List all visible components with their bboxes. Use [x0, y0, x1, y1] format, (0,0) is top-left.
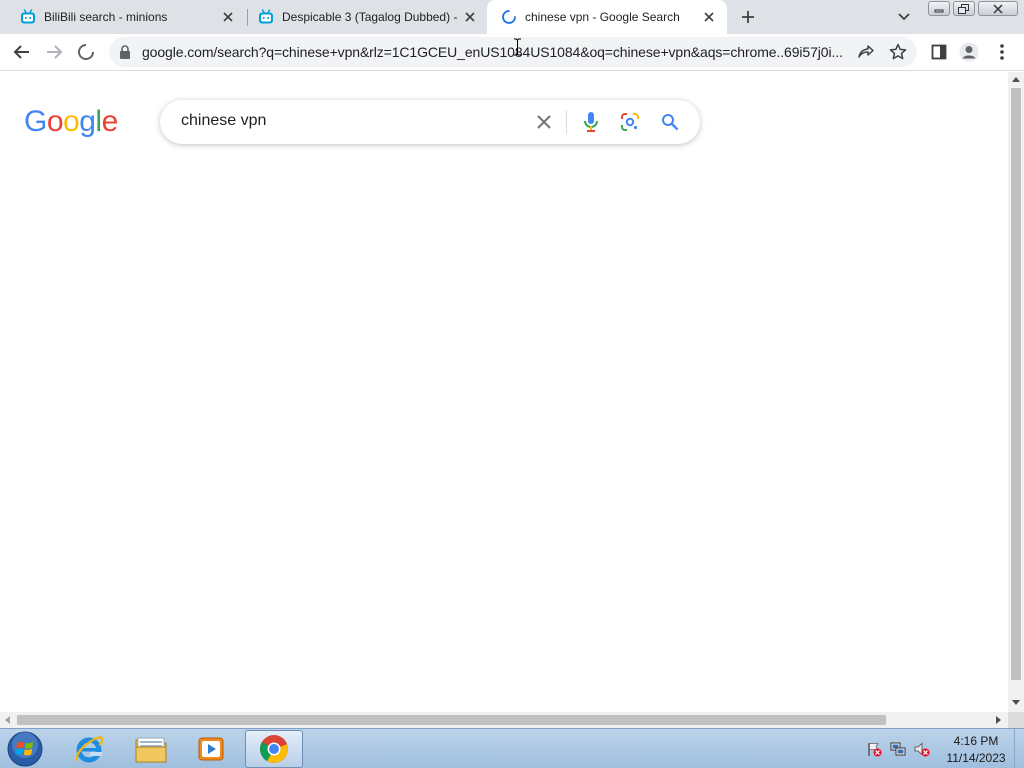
- volume-muted-icon[interactable]: [914, 741, 930, 757]
- tab-search-button[interactable]: [895, 8, 913, 26]
- taskbar-media-player[interactable]: [182, 730, 240, 768]
- tab-title: Despicable 3 (Tagalog Dubbed) -: [282, 10, 458, 24]
- windows-taskbar: 4:16 PM 11/14/2023: [0, 728, 1024, 768]
- taskbar-internet-explorer[interactable]: [60, 730, 118, 768]
- media-player-icon: [198, 737, 224, 761]
- google-logo[interactable]: Google: [24, 105, 118, 139]
- horizontal-scrollbar[interactable]: [0, 712, 1008, 728]
- side-panel-button[interactable]: [927, 40, 951, 64]
- search-box[interactable]: chinese vpn: [160, 100, 700, 144]
- close-tab-icon[interactable]: [220, 9, 236, 25]
- arrow-left-icon: [13, 45, 29, 59]
- clock-time[interactable]: 4:16 PM: [944, 734, 1008, 748]
- logo-letter: e: [101, 105, 119, 138]
- scroll-down-arrow[interactable]: [1012, 700, 1020, 705]
- search-submit-button[interactable]: [658, 110, 682, 134]
- system-tray: 4:16 PM 11/14/2023: [862, 729, 1024, 768]
- forward-button[interactable]: [42, 40, 66, 64]
- scroll-up-arrow[interactable]: [1012, 77, 1020, 82]
- profile-avatar-icon: [959, 42, 979, 62]
- scrollbar-corner: [1008, 712, 1024, 728]
- chrome-icon: [260, 735, 288, 763]
- vertical-scrollbar[interactable]: [1008, 72, 1024, 712]
- logo-letter: o: [46, 105, 64, 138]
- tab-strip: BiliBili search - minions Despicable 3 (…: [0, 0, 1024, 34]
- minimize-window-button[interactable]: [928, 1, 950, 16]
- close-tab-icon[interactable]: [462, 9, 478, 25]
- loading-spinner-icon: [78, 44, 94, 60]
- loading-spinner-icon: [502, 10, 516, 24]
- screen: BiliBili search - minions Despicable 3 (…: [0, 0, 1024, 768]
- tab-despicable-3[interactable]: Despicable 3 (Tagalog Dubbed) -: [248, 0, 488, 34]
- tab-title: BiliBili search - minions: [44, 10, 168, 24]
- scroll-right-arrow[interactable]: [996, 716, 1001, 724]
- windows-explorer-icon: [135, 737, 167, 763]
- taskbar-google-chrome[interactable]: [245, 730, 303, 768]
- chrome-menu-button[interactable]: [990, 40, 1014, 64]
- horizontal-scroll-thumb[interactable]: [17, 715, 886, 725]
- arrow-right-icon: [47, 45, 63, 59]
- new-tab-button[interactable]: [736, 5, 760, 29]
- search-icon: [662, 114, 679, 131]
- action-center-flag-icon[interactable]: [866, 741, 882, 757]
- search-input[interactable]: chinese vpn: [181, 112, 266, 130]
- restore-window-button[interactable]: [953, 1, 975, 16]
- tab-google-search[interactable]: chinese vpn - Google Search: [487, 0, 727, 34]
- side-panel-icon: [931, 44, 947, 60]
- voice-search-button[interactable]: [579, 110, 603, 134]
- lock-icon[interactable]: [119, 45, 131, 59]
- clear-search-button[interactable]: [532, 110, 556, 134]
- more-vertical-icon: [1000, 44, 1004, 60]
- microphone-icon: [584, 112, 598, 132]
- internet-explorer-icon: [75, 735, 104, 763]
- bilibili-icon: [259, 9, 273, 24]
- bilibili-icon: [21, 9, 35, 24]
- plus-icon: [742, 11, 754, 23]
- minimize-icon: [934, 9, 944, 12]
- close-tab-icon[interactable]: [701, 9, 717, 25]
- tab-bilibili-search[interactable]: BiliBili search - minions: [0, 0, 246, 34]
- logo-letter: o: [63, 105, 80, 138]
- chevron-down-icon: [898, 13, 910, 21]
- tab-title: chinese vpn - Google Search: [525, 10, 680, 24]
- restore-icon: [958, 3, 969, 14]
- image-search-button[interactable]: [618, 110, 642, 134]
- windows-start-orb-icon: [7, 731, 43, 767]
- taskbar-windows-explorer[interactable]: [122, 730, 180, 768]
- back-button[interactable]: [10, 40, 34, 64]
- close-window-button[interactable]: [978, 1, 1018, 16]
- scroll-left-arrow[interactable]: [5, 716, 10, 724]
- url-text[interactable]: google.com/search?q=chinese+vpn&rlz=1C1G…: [142, 44, 846, 60]
- bookmark-star-icon[interactable]: [889, 43, 907, 61]
- profile-button[interactable]: [957, 40, 981, 64]
- page-content: Google chinese vpn: [0, 72, 1008, 712]
- close-icon: [993, 3, 1003, 14]
- text-cursor-icon: [514, 38, 521, 56]
- close-icon: [537, 115, 551, 129]
- share-icon[interactable]: [857, 43, 875, 61]
- start-button[interactable]: [4, 730, 46, 768]
- clock-date[interactable]: 11/14/2023: [942, 751, 1010, 765]
- vertical-scroll-thumb[interactable]: [1011, 88, 1021, 680]
- logo-letter: g: [79, 105, 96, 138]
- divider: [566, 110, 567, 134]
- show-desktop-button[interactable]: [1014, 729, 1024, 768]
- logo-letter: G: [24, 105, 47, 138]
- browser-toolbar: google.com/search?q=chinese+vpn&rlz=1C1G…: [0, 34, 1024, 71]
- google-lens-icon: [621, 113, 639, 131]
- stop-loading-button[interactable]: [74, 40, 98, 64]
- network-icon[interactable]: [890, 741, 906, 757]
